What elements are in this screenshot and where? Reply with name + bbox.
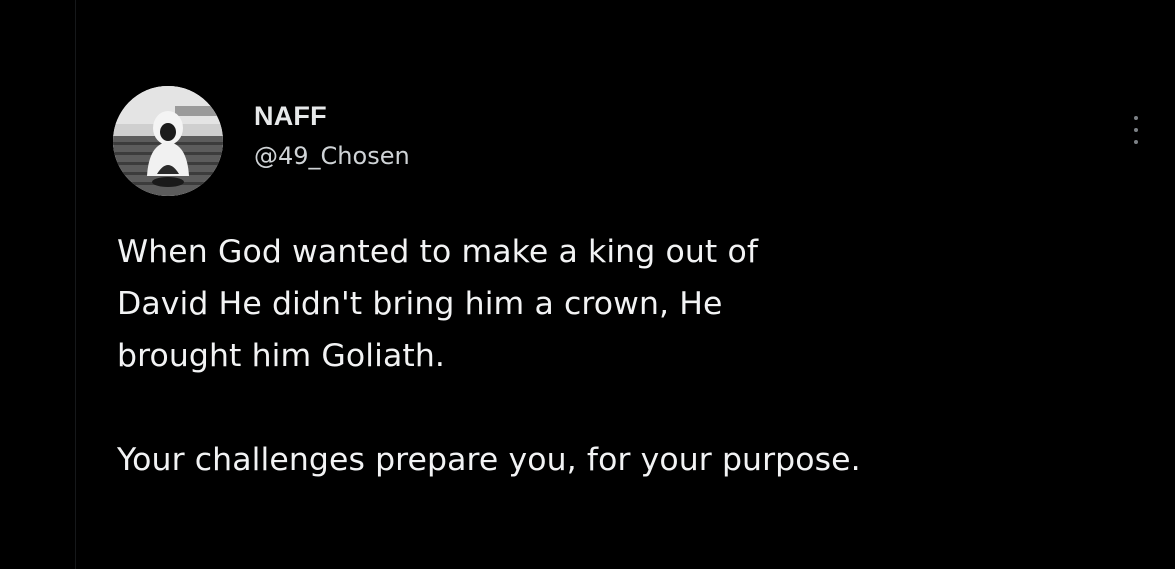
tweet-card[interactable]: NAFF @49_Chosen When God wanted to make … xyxy=(0,0,1175,569)
avatar[interactable] xyxy=(113,86,223,196)
paragraph-break xyxy=(117,382,1137,434)
author-display-name[interactable]: NAFF xyxy=(254,101,327,132)
tweet-line: Your challenges prepare you, for your pu… xyxy=(117,442,861,478)
tweet-line: David He didn't bring him a crown, He xyxy=(117,286,723,322)
tweet-line: When God wanted to make a king out of xyxy=(117,234,759,270)
vertical-ellipsis-icon xyxy=(1134,116,1138,144)
tweet-text: When God wanted to make a king out of Da… xyxy=(117,226,1137,486)
avatar-photo xyxy=(113,86,223,196)
tweet-line: brought him Goliath. xyxy=(117,338,446,374)
more-options-button[interactable] xyxy=(1124,110,1148,150)
author-handle[interactable]: @49_Chosen xyxy=(254,142,410,170)
